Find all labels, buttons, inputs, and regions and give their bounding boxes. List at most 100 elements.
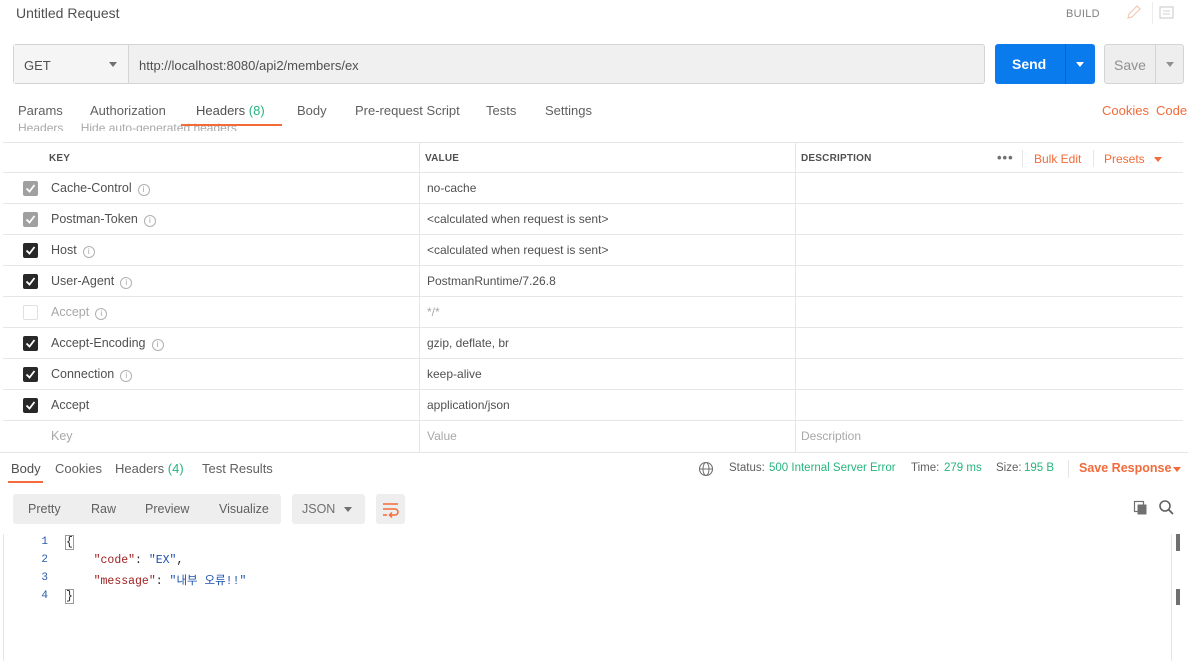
format-select[interactable]: JSON [292,494,365,524]
tab-headers[interactable]: Headers (8) [196,103,265,118]
header-key[interactable]: Accept-Encoding i [51,336,164,351]
header-value[interactable]: gzip, deflate, br [427,336,509,350]
tab-tests[interactable]: Tests [486,103,516,118]
tab-response-headers[interactable]: Headers (4) [115,461,184,476]
edit-icon[interactable] [1124,3,1144,23]
value-input[interactable]: Value [427,429,457,443]
title-bar: Untitled Request BUILD [0,0,1188,28]
url-input[interactable]: http://localhost:8080/api2/members/ex [139,58,359,73]
chevron-down-icon [344,507,352,512]
size-label: Size: [996,462,1022,474]
column-header-description: DESCRIPTION [801,153,872,164]
table-row: Connection i keep-alive [3,359,1183,390]
view-preview-button[interactable]: Preview [145,502,189,516]
row-checkbox[interactable] [23,181,38,196]
tab-body[interactable]: Body [297,103,327,118]
code-link[interactable]: Code [1156,103,1187,118]
tab-headers-count: (8) [248,103,265,118]
info-icon[interactable]: i [120,370,133,382]
view-raw-button[interactable]: Raw [91,502,116,516]
info-icon[interactable]: i [137,184,150,196]
cookies-link[interactable]: Cookies [1102,103,1149,118]
response-body-editor[interactable]: 1 2 3 4 { "code": "EX", "message": "내부 오… [0,534,1188,661]
build-mode-label[interactable]: BUILD [1066,8,1100,20]
bulk-edit-button[interactable]: Bulk Edit [1034,152,1081,166]
status-value[interactable]: 500 Internal Server Error [769,462,896,474]
view-pretty-button[interactable]: Pretty [28,502,61,516]
info-icon[interactable]: i [151,339,164,351]
header-value[interactable]: application/json [427,398,510,412]
info-icon[interactable]: i [95,308,108,320]
view-visualize-button[interactable]: Visualize [219,502,269,516]
table-row: User-Agent i PostmanRuntime/7.26.8 [3,266,1183,297]
header-value[interactable]: <calculated when request is sent> [427,243,608,257]
tab-response-body[interactable]: Body [11,461,41,476]
row-checkbox[interactable] [23,274,38,289]
column-header-value: VALUE [425,153,460,164]
url-bar: GET http://localhost:8080/api2/members/e… [13,44,985,84]
header-key[interactable]: Connection i [51,367,133,382]
tab-settings[interactable]: Settings [545,103,592,118]
scrollbar-thumb[interactable] [1176,589,1180,605]
header-key-text: Host [51,243,77,257]
comment-icon[interactable] [1152,2,1176,24]
tab-pre-request-script[interactable]: Pre-request Script [355,103,460,118]
header-key[interactable]: User-Agent i [51,274,133,289]
send-options-button[interactable] [1065,44,1095,84]
row-checkbox[interactable] [23,305,38,320]
description-input[interactable]: Description [801,429,861,443]
header-key-text: Cache-Control [51,181,132,195]
presets-button[interactable]: Presets [1104,152,1145,166]
line-number: 3 [41,572,48,584]
row-checkbox[interactable] [23,336,38,351]
chevron-down-icon[interactable] [1173,467,1181,472]
save-label: Save [1114,57,1146,73]
request-title[interactable]: Untitled Request [16,5,120,21]
send-button[interactable]: Send [995,44,1095,84]
header-key-text: Connection [51,367,115,381]
tab-params[interactable]: Params [18,103,63,118]
header-key[interactable]: Accept [51,398,89,412]
header-key[interactable]: Postman-Token i [51,212,156,227]
search-icon[interactable] [1158,499,1175,516]
globe-icon[interactable] [698,461,714,477]
code-line: { [65,535,74,550]
wrap-lines-button[interactable] [376,494,405,524]
save-button[interactable]: Save [1104,44,1184,84]
info-icon[interactable]: i [120,277,133,289]
scrollbar-thumb[interactable] [1176,534,1180,551]
header-value[interactable]: */* [427,305,440,319]
row-checkbox[interactable] [23,212,38,227]
method-select[interactable]: GET [14,45,129,83]
copy-icon[interactable] [1133,500,1149,516]
more-options-icon[interactable]: ••• [997,150,1014,165]
save-options-button[interactable] [1155,45,1184,83]
tab-test-results[interactable]: Test Results [202,461,273,476]
header-key[interactable]: Accept i [51,305,108,320]
tab-authorization[interactable]: Authorization [90,103,166,118]
row-checkbox[interactable] [23,243,38,258]
info-icon[interactable]: i [82,246,95,258]
header-key[interactable]: Cache-Control i [51,181,150,196]
header-value[interactable]: keep-alive [427,367,482,381]
header-value[interactable]: <calculated when request is sent> [427,212,608,226]
tab-headers-label: Headers [196,103,246,118]
header-value[interactable]: PostmanRuntime/7.26.8 [427,274,556,288]
time-label: Time: [911,462,940,474]
row-checkbox[interactable] [23,398,38,413]
header-value[interactable]: no-cache [427,181,476,195]
row-checkbox[interactable] [23,367,38,382]
header-key-text: Postman-Token [51,212,138,226]
key-input[interactable]: Key [51,429,73,443]
table-row: Host i <calculated when request is sent> [3,235,1183,266]
tab-response-cookies[interactable]: Cookies [55,461,102,476]
size-value[interactable]: 195 B [1024,462,1054,474]
time-value[interactable]: 279 ms [944,462,982,474]
table-row: Accept i */* [3,297,1183,328]
save-response-button[interactable]: Save Response [1079,461,1171,475]
info-icon[interactable]: i [143,215,156,227]
column-header-key: KEY [49,153,71,164]
request-tabs: Params Authorization Headers (8) Body Pr… [0,100,1188,128]
header-key[interactable]: Host i [51,243,95,258]
header-key-text: Accept [51,305,90,319]
